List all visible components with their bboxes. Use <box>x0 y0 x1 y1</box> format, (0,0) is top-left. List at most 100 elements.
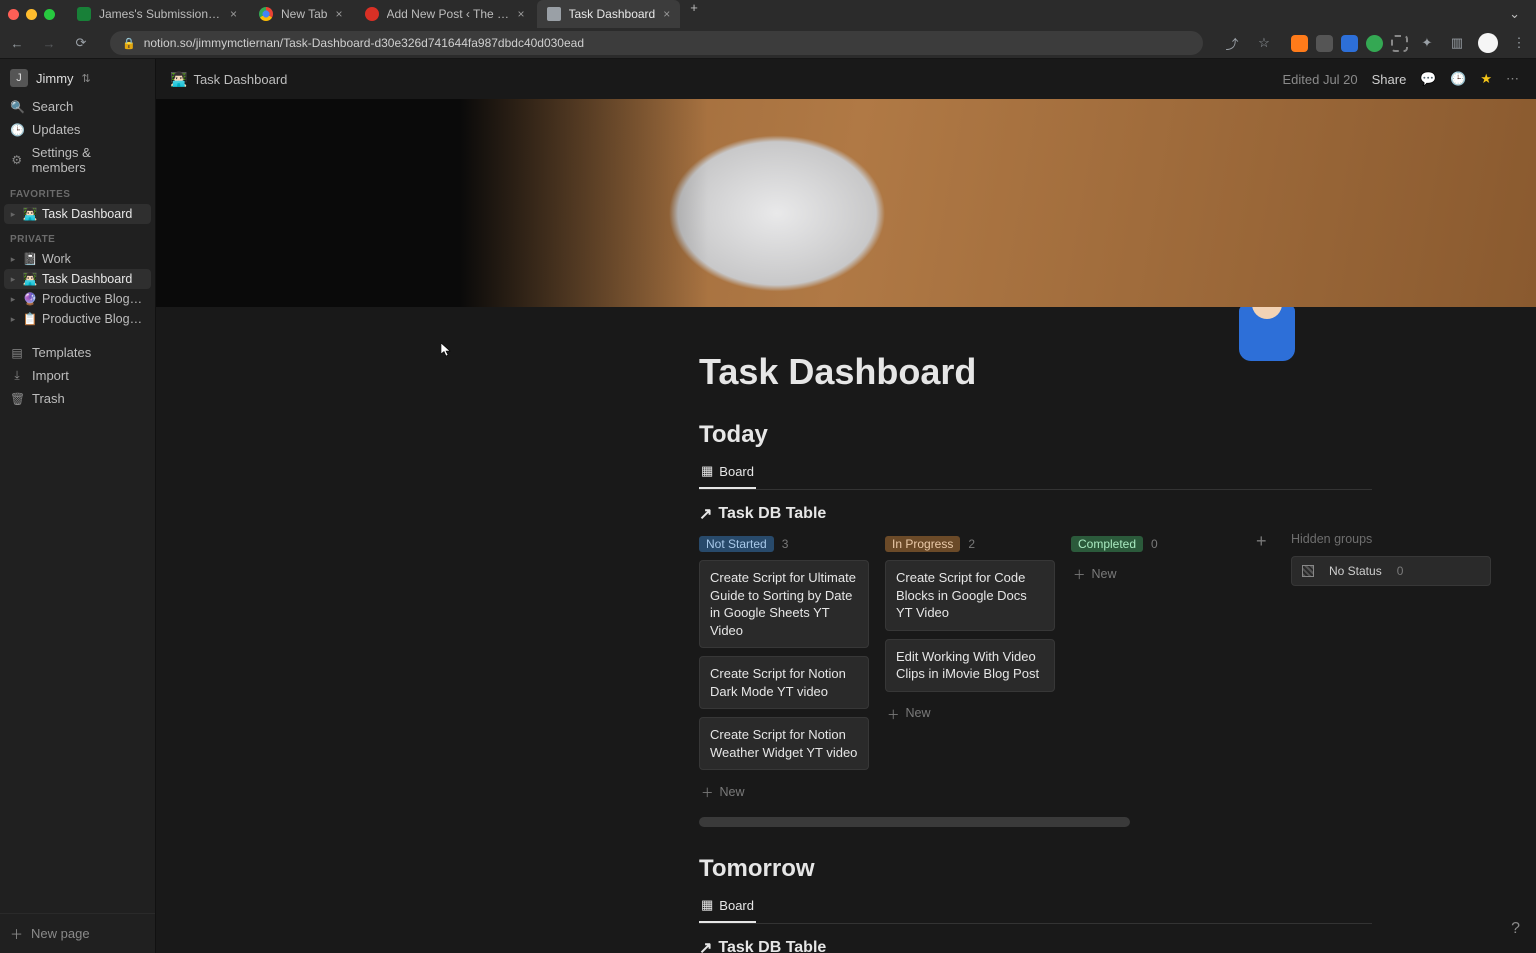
link-arrow-icon: ↗ <box>699 504 712 524</box>
extension-icon[interactable] <box>1316 35 1333 52</box>
add-card-button[interactable]: ＋ New <box>699 778 869 805</box>
search-icon: 🔍 <box>10 100 24 114</box>
sidebar-templates[interactable]: ▤ Templates <box>0 341 155 364</box>
new-label: New <box>720 785 745 799</box>
share-button[interactable]: Share <box>1372 72 1407 87</box>
column-header[interactable]: Completed 0 <box>1071 536 1241 552</box>
browser-menu-button[interactable]: ⋮ <box>1508 35 1530 51</box>
add-card-button[interactable]: ＋ New <box>1071 560 1241 587</box>
page-emoji-icon: 👨🏻‍💻 <box>22 207 38 221</box>
disclosure-triangle-icon[interactable]: ▸ <box>8 254 18 265</box>
page-emoji-icon: 🔮 <box>22 292 38 306</box>
extension-icon[interactable] <box>1366 35 1383 52</box>
no-status-icon <box>1302 565 1314 577</box>
disclosure-triangle-icon[interactable]: ▸ <box>8 274 18 285</box>
scrollbar-thumb[interactable] <box>699 817 1130 827</box>
extension-icon[interactable] <box>1291 35 1308 52</box>
comments-icon[interactable]: 💬 <box>1420 71 1436 87</box>
sidebar-trash[interactable]: 🗑 Trash <box>0 387 155 410</box>
board-card[interactable]: Create Script for Notion Weather Widget … <box>699 717 869 770</box>
browser-tab[interactable]: New Tab × <box>249 0 353 28</box>
minimize-window-button[interactable] <box>26 9 37 20</box>
sidebar-page-task-dashboard[interactable]: ▸ 👨🏻‍💻 Task Dashboard <box>4 204 151 224</box>
clock-icon: 🕒 <box>10 123 24 137</box>
browser-tabstrip: James's Submissions Sheet - F × New Tab … <box>0 0 1536 28</box>
horizontal-scrollbar[interactable] <box>699 817 1372 827</box>
hidden-groups-label: Hidden groups <box>1291 532 1491 546</box>
reload-button[interactable]: ⟳ <box>70 35 92 51</box>
forward-button[interactable]: → <box>38 36 60 51</box>
linked-db-title[interactable]: ↗ Task DB Table <box>699 504 1372 524</box>
extension-icon[interactable] <box>1341 35 1358 52</box>
sidebar-page-work[interactable]: ▸ 📓 Work <box>4 249 151 269</box>
sidebar-import[interactable]: ⤓ Import <box>0 364 155 387</box>
page-label: Work <box>42 252 145 266</box>
db-title-text: Task DB Table <box>718 939 826 953</box>
hidden-group-no-status[interactable]: No Status 0 <box>1291 556 1491 586</box>
profile-avatar-button[interactable] <box>1478 33 1498 53</box>
sidebar-item-label: Trash <box>32 391 65 406</box>
status-badge: No Status <box>1322 563 1389 579</box>
page-scroll-area[interactable]: Task Dashboard Today ▦ Board ↗ Task DB T… <box>156 307 1536 953</box>
window-controls <box>8 9 55 20</box>
updates-icon[interactable]: 🕒 <box>1450 71 1466 87</box>
disclosure-triangle-icon[interactable]: ▸ <box>8 209 18 220</box>
sidebar-search[interactable]: 🔍 Search <box>0 95 155 118</box>
view-tab-board[interactable]: ▦ Board <box>699 891 756 923</box>
close-tab-icon[interactable]: × <box>517 7 524 21</box>
help-button[interactable]: ? <box>1511 920 1520 938</box>
page-icon[interactable] <box>1239 307 1295 361</box>
share-browser-button[interactable]: ⤴ <box>1221 34 1243 53</box>
heading-tomorrow[interactable]: Tomorrow <box>699 855 1372 883</box>
sidebar-settings[interactable]: ⚙ Settings & members <box>0 141 155 179</box>
column-header[interactable]: In Progress 2 <box>885 536 1055 552</box>
browser-tab[interactable]: Task Dashboard × <box>537 0 681 28</box>
browser-tab[interactable]: Add New Post ‹ The Productiv × <box>355 0 535 28</box>
new-tab-button[interactable]: + <box>682 0 706 28</box>
column-header[interactable]: Not Started 3 <box>699 536 869 552</box>
edited-timestamp: Edited Jul 20 <box>1282 72 1357 87</box>
sidebar-updates[interactable]: 🕒 Updates <box>0 118 155 141</box>
linked-db-title[interactable]: ↗ Task DB Table <box>699 938 1372 953</box>
add-column-button[interactable]: + <box>1256 531 1267 552</box>
close-window-button[interactable] <box>8 9 19 20</box>
bookmark-button[interactable]: ☆ <box>1253 35 1275 51</box>
extension-icon[interactable] <box>1391 35 1408 52</box>
heading-today[interactable]: Today <box>699 421 1372 449</box>
favorite-star-icon[interactable]: ★ <box>1480 71 1492 87</box>
page-label: Productive Blogs DB Vie... <box>42 292 145 306</box>
disclosure-triangle-icon[interactable]: ▸ <box>8 294 18 305</box>
sidepanel-icon[interactable]: ▥ <box>1446 35 1468 52</box>
close-tab-icon[interactable]: × <box>230 7 237 21</box>
browser-tab[interactable]: James's Submissions Sheet - F × <box>67 0 247 28</box>
breadcrumb[interactable]: 👨🏻‍💻 Task Dashboard <box>170 71 287 88</box>
sidebar-new-page[interactable]: ＋ New page <box>0 913 155 953</box>
view-tab-board[interactable]: ▦ Board <box>699 457 756 489</box>
template-icon: ▤ <box>10 346 24 360</box>
board-card[interactable]: Create Script for Notion Dark Mode YT vi… <box>699 656 869 709</box>
extensions-menu-icon[interactable]: ✦ <box>1416 35 1438 52</box>
tab-overflow-button[interactable]: ⌄ <box>1501 6 1528 22</box>
browser-tabs: James's Submissions Sheet - F × New Tab … <box>67 0 1501 28</box>
close-tab-icon[interactable]: × <box>335 7 342 21</box>
address-bar[interactable]: 🔒 notion.so/jimmymctiernan/Task-Dashboar… <box>110 31 1203 55</box>
board-card[interactable]: Create Script for Code Blocks in Google … <box>885 560 1055 631</box>
disclosure-triangle-icon[interactable]: ▸ <box>8 314 18 325</box>
board-card[interactable]: Edit Working With Video Clips in iMovie … <box>885 639 1055 692</box>
fullscreen-window-button[interactable] <box>44 9 55 20</box>
workspace-switcher[interactable]: J Jimmy ⇅ <box>0 59 155 95</box>
sidebar-page-productive-blogs-master[interactable]: ▸ 📋 Productive Blogs Maste... <box>4 309 151 329</box>
cover-image[interactable] <box>156 99 1536 307</box>
tab-title: James's Submissions Sheet - F <box>99 7 222 21</box>
sidebar-page-productive-blogs-db[interactable]: ▸ 🔮 Productive Blogs DB Vie... <box>4 289 151 309</box>
sidebar-page-task-dashboard-2[interactable]: ▸ 👨🏻‍💻 Task Dashboard <box>4 269 151 289</box>
back-button[interactable]: ← <box>6 36 28 51</box>
more-menu-icon[interactable]: ⋯ <box>1506 71 1522 87</box>
breadcrumb-title: Task Dashboard <box>193 72 287 87</box>
close-tab-icon[interactable]: × <box>663 7 670 21</box>
column-count: 3 <box>782 537 789 551</box>
sidebar-item-label: New page <box>31 926 90 941</box>
board-icon: ▦ <box>701 463 713 479</box>
add-card-button[interactable]: ＋ New <box>885 700 1055 727</box>
board-card[interactable]: Create Script for Ultimate Guide to Sort… <box>699 560 869 648</box>
